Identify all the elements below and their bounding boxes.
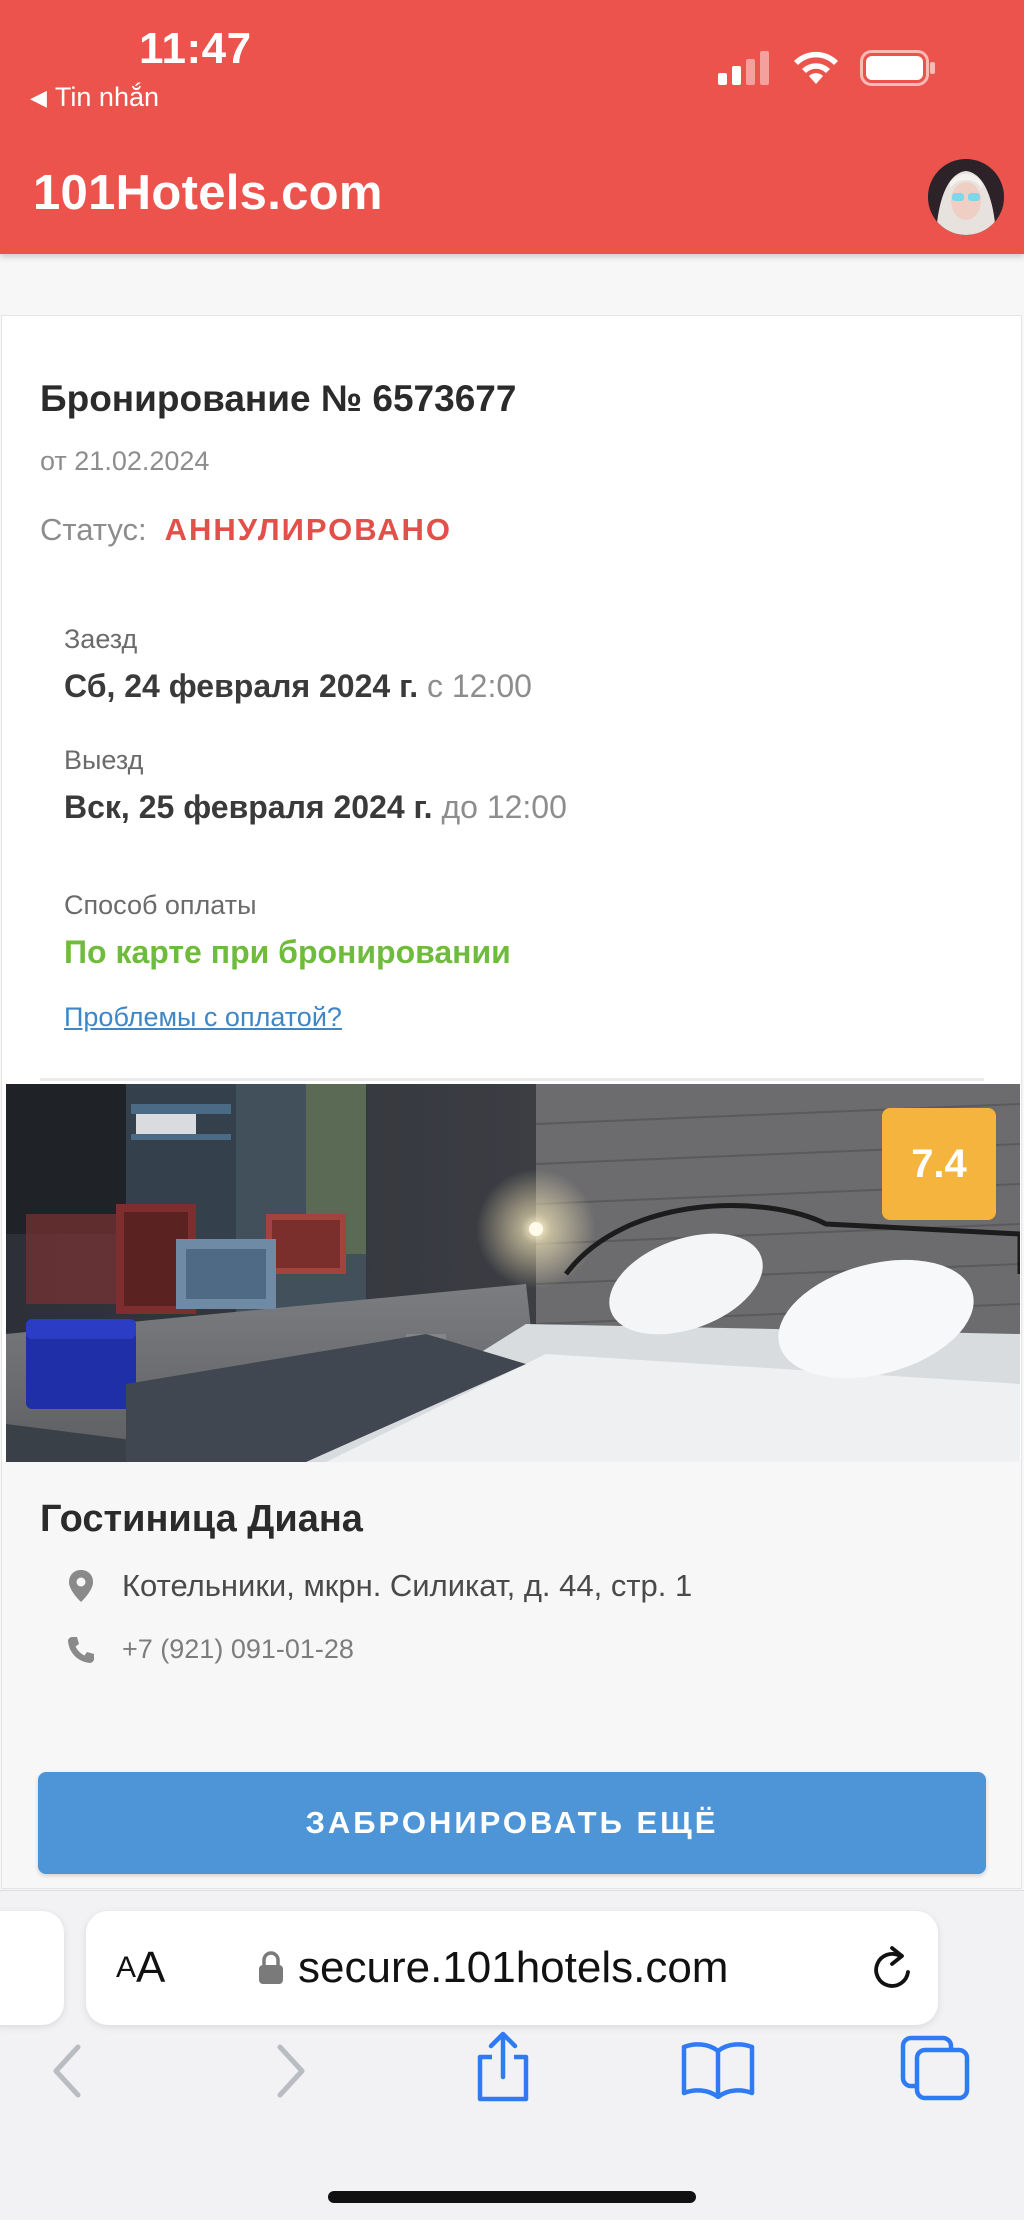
address-bar[interactable]: A A secure.101hotels.com (86, 1911, 938, 2025)
location-pin-icon (64, 1570, 98, 1602)
nav-back-button[interactable] (48, 2041, 88, 2106)
bookmarks-button[interactable] (680, 2039, 756, 2104)
avatar-image (928, 159, 1004, 235)
nav-forward-button[interactable] (270, 2041, 310, 2106)
checkin-label: Заезд (64, 624, 138, 654)
chevron-left-icon (53, 2044, 81, 2098)
payment-method-label: Способ оплаты (64, 890, 257, 920)
reload-button[interactable] (870, 1944, 916, 1997)
hotel-name[interactable]: Гостиница Диана (40, 1498, 363, 1541)
booking-status: Статус: АННУЛИРОВАНО (40, 512, 452, 548)
battery-icon (860, 50, 935, 86)
status-icons (718, 50, 936, 86)
browser-toolbar: A A secure.101hotels.com (0, 1890, 1024, 2220)
hotel-rating-badge: 7.4 (882, 1108, 996, 1220)
app-header: 11:47 ◀ Tin nhắn 101Hotels.com (0, 0, 1024, 254)
reload-icon (874, 1946, 910, 1988)
chevron-right-icon (277, 2044, 305, 2098)
checkout-value: Вск, 25 февраля 2024 г. до 12:00 (64, 789, 567, 826)
checkin-date: Сб, 24 февраля 2024 г. (64, 668, 419, 704)
wifi-icon (794, 51, 838, 84)
user-avatar[interactable] (928, 159, 1004, 235)
payment-method-value: По карте при бронировании (64, 934, 511, 970)
booking-card: Бронирование № 6573677 от 21.02.2024 Ста… (1, 315, 1022, 1889)
checkout-label: Выезд (64, 745, 144, 775)
url-display[interactable]: secure.101hotels.com (258, 1911, 728, 2025)
checkin-value: Сб, 24 февраля 2024 г. с 12:00 (64, 668, 532, 705)
checkout-date: Вск, 25 февраля 2024 г. (64, 789, 433, 825)
status-label: Статус: (40, 512, 147, 547)
booking-title: Бронирование № 6573677 (40, 378, 517, 419)
share-icon (477, 2031, 529, 2102)
back-app-label: Tin nhắn (54, 82, 159, 112)
status-bar-time: 11:47 (139, 24, 252, 73)
site-logo[interactable]: 101Hotels.com (33, 165, 383, 221)
phone-icon (64, 1635, 98, 1665)
book-icon (681, 2042, 755, 2100)
hotel-photo[interactable]: 7.4 (6, 1084, 1020, 1462)
home-indicator (328, 2191, 696, 2203)
payment-problem-link[interactable]: Проблемы с оплатой? (64, 1002, 342, 1033)
hotel-phone-row: +7 (921) 091-01-28 (64, 1634, 354, 1665)
previous-tab-card[interactable] (0, 1911, 64, 2025)
book-again-button[interactable]: ЗАБРОНИРОВАТЬ ЕЩЁ (38, 1772, 986, 1874)
checkin-time: с 12:00 (426, 668, 532, 704)
aa-small-letter: A (116, 1951, 137, 1984)
status-value: АННУЛИРОВАНО (164, 512, 453, 547)
section-divider (40, 1078, 984, 1081)
text-size-button[interactable]: A A (116, 1911, 165, 2025)
lock-icon (259, 1951, 283, 1984)
checkout-time: до 12:00 (441, 789, 567, 825)
aa-large-letter: A (136, 1943, 166, 1992)
hotel-address: Котельники, мкрн. Силикат, д. 44, стр. 1 (122, 1568, 693, 1603)
back-to-app-link[interactable]: ◀ Tin nhắn (30, 82, 159, 113)
hotel-room-image (6, 1084, 1020, 1462)
signal-bars-icon (718, 51, 769, 85)
url-text: secure.101hotels.com (298, 1943, 729, 1992)
share-button[interactable] (472, 2031, 534, 2108)
tabs-icon (900, 2035, 970, 2101)
back-arrow-icon: ◀ (30, 84, 47, 110)
tabs-button[interactable] (900, 2035, 970, 2106)
hotel-address-row: Котельники, мкрн. Силикат, д. 44, стр. 1 (64, 1568, 692, 1604)
hotel-phone[interactable]: +7 (921) 091-01-28 (122, 1634, 354, 1665)
booking-date: от 21.02.2024 (40, 446, 210, 476)
